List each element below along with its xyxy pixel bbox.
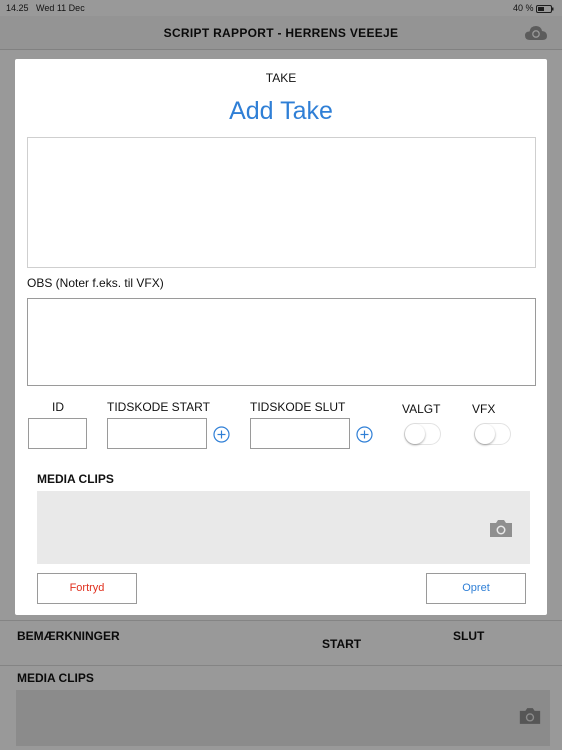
vfx-label: VFX [472,402,496,416]
cancel-button[interactable]: Fortryd [37,573,137,604]
media-clips-label: MEDIA CLIPS [37,472,114,486]
obs-input[interactable] [27,298,536,386]
add-take-modal: TAKE Add Take OBS (Noter f.eks. til VFX)… [15,59,547,615]
id-field[interactable] [28,418,87,449]
take-description-input[interactable] [27,137,536,268]
id-label: ID [52,400,64,414]
selected-label: VALGT [402,402,441,416]
modal-title: Add Take [229,97,333,125]
media-clips-area[interactable] [37,491,530,564]
tc-end-label: TIDSKODE SLUT [250,400,346,414]
camera-icon[interactable] [488,518,514,539]
toggle-knob [475,424,495,444]
tc-start-label: TIDSKODE START [107,400,210,414]
tc-end-field[interactable] [250,418,350,449]
create-button[interactable]: Opret [426,573,526,604]
vfx-toggle[interactable] [474,423,511,445]
modal-eyebrow: TAKE [265,71,297,85]
selected-toggle[interactable] [404,423,441,445]
add-tc-end-icon[interactable] [356,426,373,443]
add-tc-start-icon[interactable] [213,426,230,443]
toggle-knob [405,424,425,444]
tc-start-field[interactable] [107,418,207,449]
obs-label: OBS (Noter f.eks. til VFX) [27,276,164,290]
